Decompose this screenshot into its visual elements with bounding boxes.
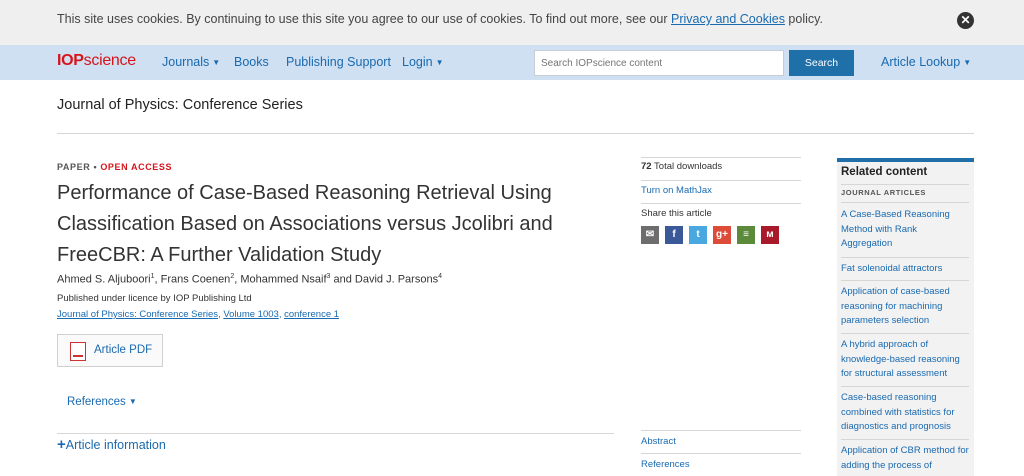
chevron-down-icon: ▼ — [128, 397, 137, 406]
divider — [841, 257, 969, 258]
logo-iop: IOP — [57, 52, 84, 69]
references-toggle[interactable]: References ▼ — [67, 396, 137, 408]
bullet: • — [93, 162, 98, 172]
article-information-toggle[interactable]: +Article information — [57, 436, 166, 453]
mathjax-toggle[interactable]: Turn on MathJax — [641, 185, 801, 196]
divider — [841, 184, 969, 185]
conference-link[interactable]: conference 1 — [284, 309, 339, 320]
licence-text: Published under licence by IOP Publishin… — [57, 293, 252, 304]
journal-title[interactable]: Journal of Physics: Conference Series — [57, 97, 303, 113]
mendeley-icon[interactable]: ᴍ — [761, 226, 779, 244]
plus-icon: + — [57, 436, 66, 453]
author-name: Ahmed S. Aljuboori — [57, 273, 151, 286]
chevron-down-icon: ▼ — [963, 58, 972, 67]
journal-link[interactable]: Journal of Physics: Conference Series — [57, 309, 218, 320]
books-link[interactable]: Books — [234, 55, 269, 69]
article-lookup-label: Article Lookup — [881, 55, 961, 69]
divider — [57, 433, 614, 434]
paper-label: PAPER — [57, 162, 91, 172]
divider — [841, 333, 969, 334]
chevron-down-icon: ▼ — [212, 58, 221, 67]
author-name: David J. Parsons — [354, 273, 439, 286]
cookie-banner: This site uses cookies. By continuing to… — [0, 0, 1024, 45]
author-name: Mohammed Nsaif — [240, 273, 327, 286]
divider — [841, 386, 969, 387]
login-menu[interactable]: Login ▼ — [402, 55, 444, 69]
divider — [641, 430, 801, 431]
downloads-label: Total downloads — [651, 161, 723, 172]
volume-link[interactable]: Volume 1003 — [223, 309, 278, 320]
divider — [841, 439, 969, 440]
downloads-count: 72 — [641, 161, 652, 172]
divider — [641, 203, 801, 204]
share-label: Share this article — [641, 208, 712, 219]
pdf-label: Article PDF — [94, 344, 153, 356]
open-access-badge: OPEN ACCESS — [100, 162, 173, 172]
related-article-link[interactable]: Application of CBR method for adding the… — [841, 444, 969, 473]
author-list: Ahmed S. Aljuboori1, Frans Coenen2, Moha… — [57, 273, 442, 286]
chevron-down-icon: ▼ — [435, 58, 444, 67]
main-nav: IOPscience Journals ▼ Books Publishing Su… — [0, 45, 1024, 80]
article-info-label: Article information — [65, 438, 166, 452]
close-icon[interactable]: ✕ — [957, 12, 974, 29]
article-title: Performance of Case-Based Reasoning Retr… — [57, 182, 553, 266]
iopscience-logo[interactable]: IOPscience — [57, 52, 136, 70]
cookie-message-end: policy. — [784, 12, 823, 26]
google-plus-icon[interactable]: g+ — [713, 226, 731, 244]
related-article-link[interactable]: Application of case-based reasoning for … — [841, 285, 969, 329]
citation: Journal of Physics: Conference Series, V… — [57, 309, 339, 320]
related-article-link[interactable]: A hybrid approach of knowledge-based rea… — [841, 338, 969, 382]
related-article-link[interactable]: Case-based reasoning combined with stati… — [841, 391, 969, 435]
logo-science: science — [83, 52, 136, 69]
publishing-support-link[interactable]: Publishing Support — [286, 55, 391, 69]
author-name: Frans Coenen — [160, 273, 231, 286]
divider — [641, 453, 801, 454]
search-button[interactable]: Search — [789, 50, 854, 76]
pdf-icon — [70, 342, 86, 361]
facebook-icon[interactable]: f — [665, 226, 683, 244]
divider — [57, 133, 974, 134]
references-label: References — [67, 396, 126, 408]
cookie-message: This site uses cookies. By continuing to… — [57, 12, 671, 26]
references-link[interactable]: References — [641, 459, 801, 470]
author-affiliation: 4 — [438, 273, 442, 280]
article-lookup-menu[interactable]: Article Lookup ▼ — [881, 55, 971, 69]
search-input[interactable] — [534, 50, 784, 76]
related-subtitle: JOURNAL ARTICLES — [841, 188, 927, 197]
twitter-icon[interactable]: t — [689, 226, 707, 244]
cookie-text: This site uses cookies. By continuing to… — [57, 12, 823, 26]
related-article-link[interactable]: Fat solenoidal attractors — [841, 262, 969, 277]
bookmark-icon[interactable]: ≡ — [737, 226, 755, 244]
article-pdf-button[interactable]: Article PDF — [57, 334, 163, 367]
related-article-link[interactable]: A Case-Based Reasoning Method with Rank … — [841, 208, 969, 252]
divider — [641, 157, 801, 158]
author-separator: and — [330, 273, 355, 286]
abstract-link[interactable]: Abstract — [641, 436, 801, 447]
related-title: Related content — [841, 166, 928, 178]
privacy-cookies-link[interactable]: Privacy and Cookies — [671, 12, 785, 26]
article-type: PAPER • OPEN ACCESS — [57, 162, 172, 172]
total-downloads: 72 Total downloads — [641, 161, 801, 172]
divider — [641, 180, 801, 181]
login-label: Login — [402, 55, 433, 69]
journals-label: Journals — [162, 55, 210, 69]
divider — [841, 280, 969, 281]
email-icon[interactable]: ✉ — [641, 226, 659, 244]
journals-menu[interactable]: Journals ▼ — [162, 55, 220, 69]
divider — [841, 202, 969, 203]
